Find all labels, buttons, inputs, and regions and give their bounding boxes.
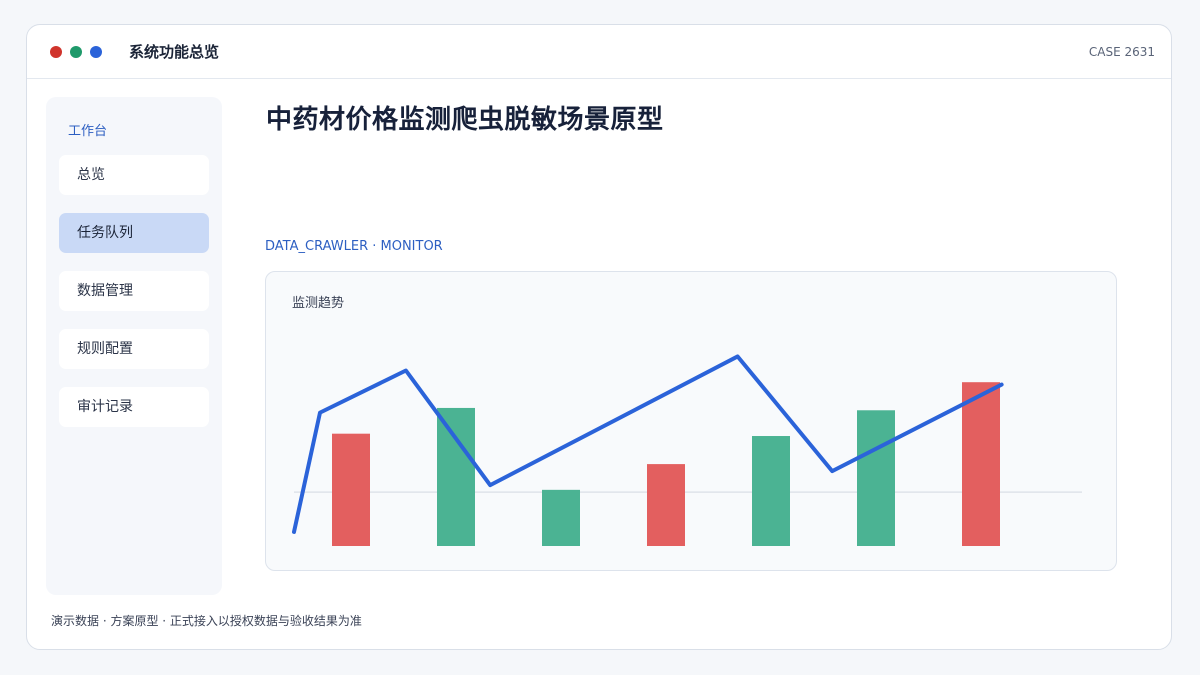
- chart-bar-1: [332, 433, 370, 546]
- sidebar-item-rule-config[interactable]: 规则配置: [59, 329, 209, 369]
- sidebar-item-label: 规则配置: [77, 341, 133, 357]
- window-minimize-dot[interactable]: [70, 46, 82, 58]
- sidebar: 工作台 总览 任务队列 数据管理 规则配置 审计记录: [46, 97, 222, 595]
- app-title: 系统功能总览: [129, 43, 220, 61]
- sidebar-item-data-management[interactable]: 数据管理: [59, 271, 209, 311]
- section-tag: DATA_CRAWLER · MONITOR: [265, 239, 443, 254]
- sidebar-item-label: 总览: [77, 167, 105, 183]
- chart-bar-3: [542, 489, 580, 546]
- chart-bar-7: [962, 382, 1000, 546]
- sidebar-item-overview[interactable]: 总览: [59, 155, 209, 195]
- chart-bar-2: [437, 407, 475, 546]
- chart-bar-5: [752, 436, 790, 546]
- title-bar: 系统功能总览 CASE 2631: [27, 25, 1171, 79]
- window-close-dot[interactable]: [50, 46, 62, 58]
- footer-note: 演示数据 · 方案原型 · 正式接入以授权数据与验收结果为准: [51, 614, 362, 628]
- sidebar-item-label: 数据管理: [77, 283, 133, 299]
- sidebar-item-label: 任务队列: [77, 225, 133, 241]
- sidebar-heading: 工作台: [68, 124, 108, 139]
- app-window: 系统功能总览 CASE 2631 工作台 总览 任务队列 数据管理 规则配置 审…: [26, 24, 1172, 650]
- chart-bar-6: [857, 410, 895, 546]
- window-maximize-dot[interactable]: [90, 46, 102, 58]
- trend-chart: [292, 354, 1082, 546]
- sidebar-item-label: 审计记录: [77, 399, 133, 415]
- sidebar-item-audit-log[interactable]: 审计记录: [59, 387, 209, 427]
- sidebar-item-task-queue[interactable]: 任务队列: [59, 213, 209, 253]
- chart-panel: 监测趋势: [265, 271, 1117, 571]
- case-id-label: CASE 2631: [1088, 45, 1155, 59]
- chart-bar-4: [647, 464, 685, 546]
- page-title: 中药材价格监测爬虫脱敏场景原型: [266, 105, 664, 135]
